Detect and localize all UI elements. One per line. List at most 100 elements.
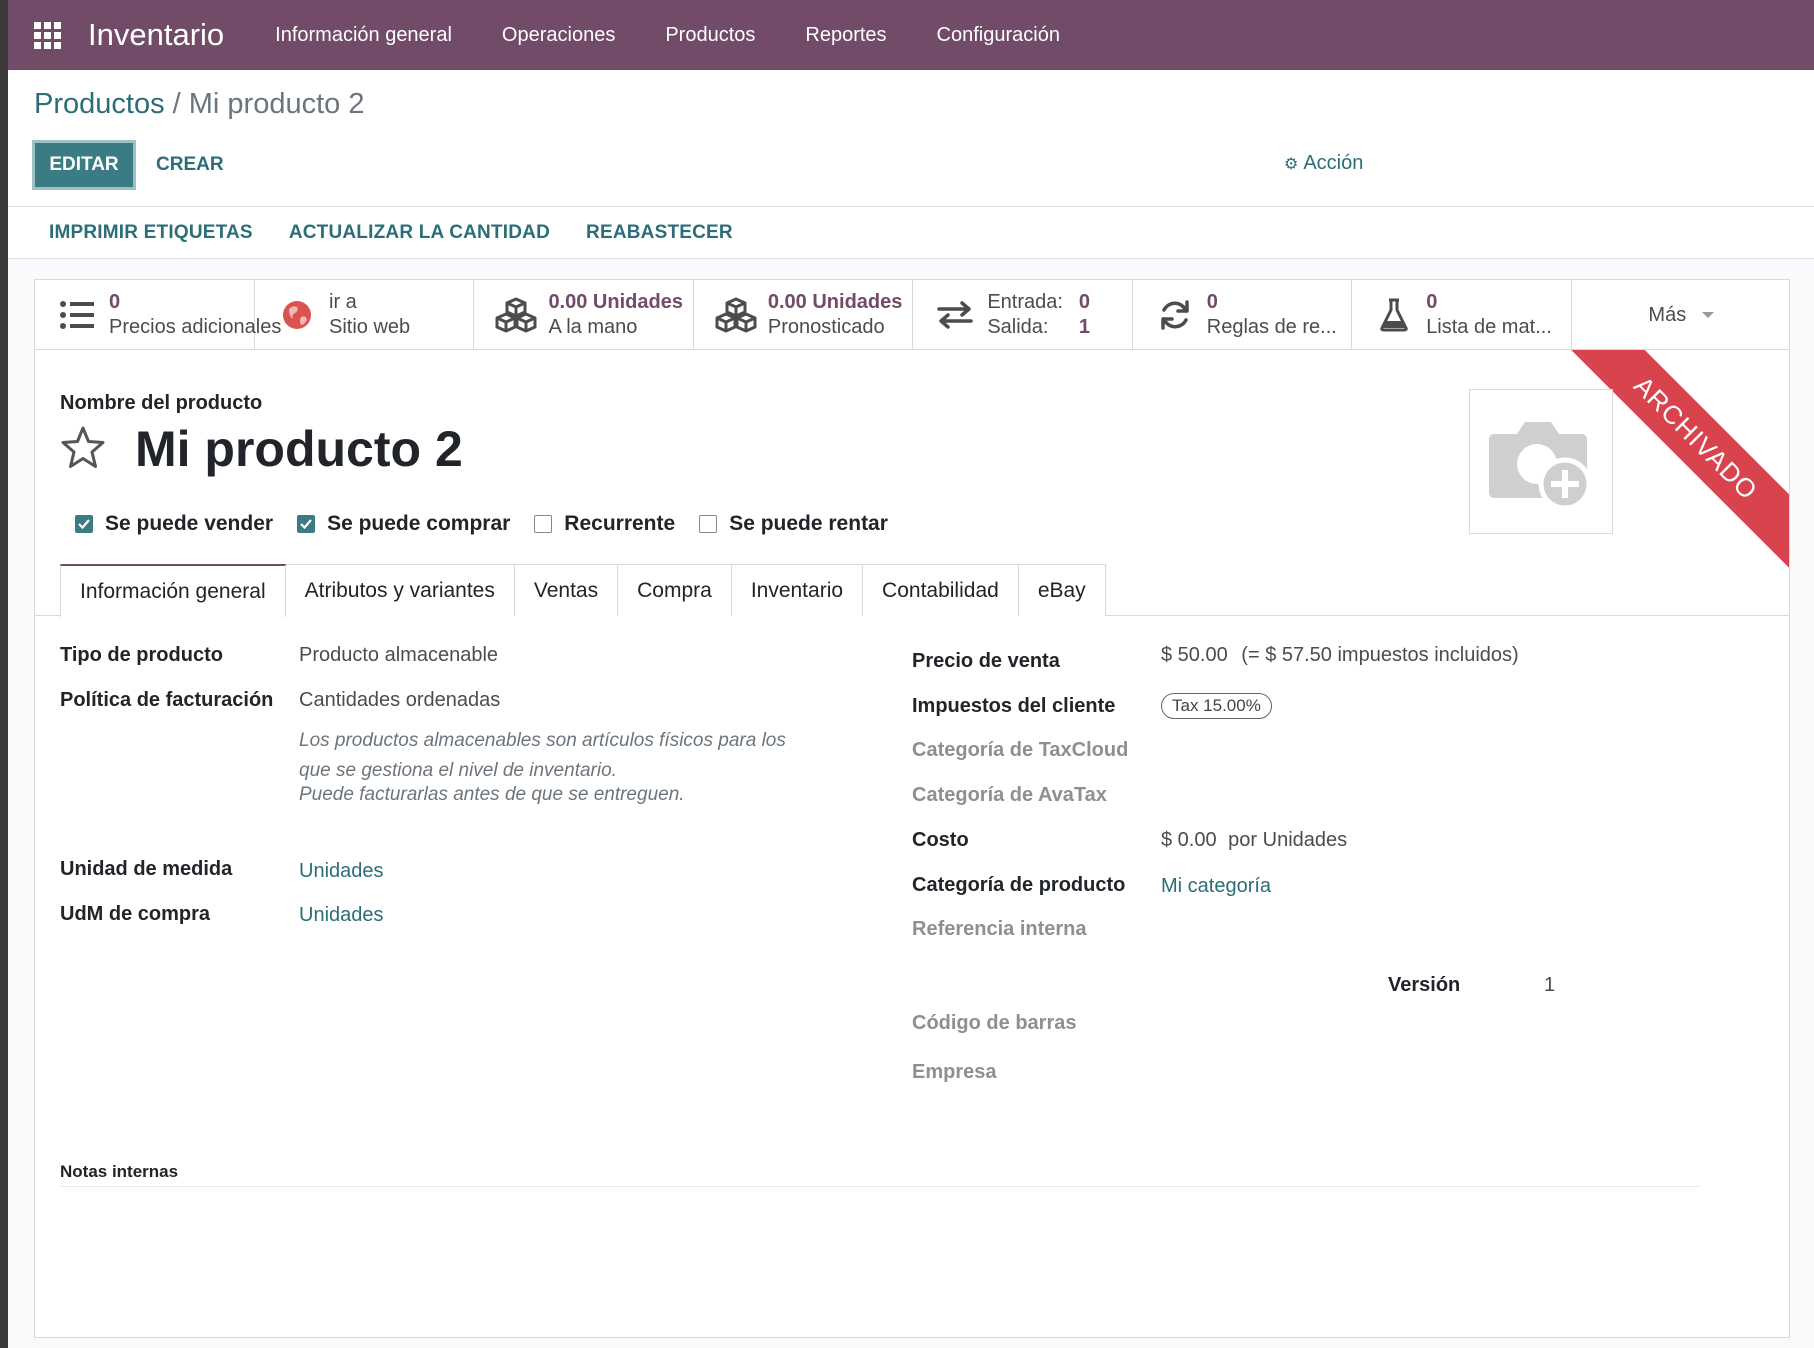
product-category-label: Categoría de producto — [912, 874, 1126, 896]
sales-price-label: Precio de venta — [912, 650, 1060, 672]
tab-ebay[interactable]: eBay — [1017, 564, 1106, 616]
product-name-label: Nombre del producto — [60, 392, 263, 414]
form-statusbar: IMPRIMIR ETIQUETAS ACTUALIZAR LA CANTIDA… — [8, 207, 1814, 259]
sales-price-field[interactable]: $ 50.00 (= $ 57.50 impuestos incluidos) — [1161, 644, 1519, 667]
forecast-button[interactable]: 0.00 Unidades Pronosticado — [694, 280, 914, 350]
tax-tag[interactable]: Tax 15.00% — [1161, 693, 1272, 719]
bom-label: Lista de mat... — [1426, 316, 1552, 338]
product-options: Se puede vender Se puede comprar Recurre… — [75, 512, 912, 536]
cubes-icon — [714, 295, 758, 335]
customer-taxes-label: Impuestos del cliente — [912, 695, 1116, 717]
menu-configuration[interactable]: Configuración — [912, 24, 1085, 47]
recurring-label: Recurrente — [564, 512, 676, 535]
product-title: Mi producto 2 — [135, 421, 463, 477]
cost-value: $ 0.00 — [1161, 829, 1217, 851]
website-go-to: ir a — [329, 291, 357, 313]
website-button[interactable]: ir a Sitio web — [255, 280, 475, 350]
tab-accounting[interactable]: Contabilidad — [862, 564, 1019, 616]
recurring-checkbox[interactable]: Recurrente — [534, 512, 675, 536]
menu-general-info[interactable]: Información general — [250, 24, 477, 47]
uom-field[interactable]: Unidades — [299, 860, 384, 883]
menu-reports[interactable]: Reportes — [780, 24, 911, 47]
breadcrumb-products-link[interactable]: Productos — [34, 88, 165, 120]
invoice-policy-label: Política de facturación — [60, 689, 274, 711]
outgoing-label: Salida: — [987, 316, 1049, 338]
invoice-policy-help: Puede facturarlas antes de que se entreg… — [299, 784, 685, 805]
menu-products[interactable]: Productos — [640, 24, 780, 47]
breadcrumb-current: Mi producto 2 — [188, 88, 365, 120]
flask-icon — [1372, 295, 1416, 335]
update-quantity-button[interactable]: ACTUALIZAR LA CANTIDAD — [289, 222, 550, 244]
more-button[interactable]: Más — [1572, 280, 1789, 350]
cubes-icon — [494, 295, 538, 335]
in-out-moves-button[interactable]: Entrada: 0 Salida: 1 — [913, 280, 1133, 350]
tab-inventory[interactable]: Inventario — [730, 564, 864, 616]
purchase-uom-label: UdM de compra — [60, 903, 211, 925]
uom-label: Unidad de medida — [60, 858, 233, 880]
on-hand-button[interactable]: 0.00 Unidades A la mano — [474, 280, 694, 350]
internal-notes-field[interactable] — [60, 1186, 1700, 1187]
invoice-policy-field[interactable]: Cantidades ordenadas — [299, 689, 500, 712]
price-with-tax: (= $ 57.50 impuestos incluidos) — [1241, 644, 1519, 666]
incoming-label: Entrada: — [987, 291, 1063, 313]
avatax-category-label: Categoría de AvaTax — [912, 784, 1107, 806]
sales-price-value: $ 50.00 — [1161, 644, 1228, 666]
print-labels-button[interactable]: IMPRIMIR ETIQUETAS — [49, 222, 253, 244]
can-be-purchased-checkbox[interactable]: Se puede comprar — [297, 512, 510, 536]
check-icon — [75, 515, 93, 533]
on-hand-quantity: 0.00 Unidades — [548, 291, 683, 313]
chevron-down-icon — [1702, 312, 1715, 319]
reorder-rules-label: Reglas de re... — [1206, 316, 1337, 338]
edit-button[interactable]: EDITAR — [32, 140, 136, 190]
product-category-field[interactable]: Mi categoría — [1161, 875, 1271, 898]
unchecked-box-icon — [699, 515, 718, 533]
extra-prices-button[interactable]: 0 Precios adicionales — [35, 280, 281, 350]
help-line-1: Los productos almacenables son artículos… — [299, 730, 786, 751]
bill-of-materials-button[interactable]: 0 Lista de mat... — [1352, 280, 1572, 350]
tab-attributes-variants[interactable]: Atributos y variantes — [284, 564, 515, 616]
can-be-rented-checkbox[interactable]: Se puede rentar — [699, 512, 888, 536]
internal-notes-label: Notas internas — [60, 1162, 179, 1181]
smart-button-box: 0 Precios adicionales ir a Sitio web 0.0… — [35, 280, 1789, 350]
purchase-uom-field[interactable]: Unidades — [299, 904, 384, 927]
check-icon — [297, 515, 316, 533]
window-edge — [0, 0, 8, 1348]
reorder-rules-button[interactable]: 0 Reglas de re... — [1133, 280, 1353, 350]
tab-sales[interactable]: Ventas — [513, 564, 619, 616]
product-image-upload[interactable] — [1469, 389, 1613, 534]
forecast-label: Pronosticado — [767, 316, 885, 338]
barcode-label: Código de barras — [912, 1012, 1077, 1034]
website-label: Sitio web — [329, 316, 411, 338]
action-menu-button[interactable]: ⚙ Acción — [1284, 152, 1363, 175]
star-icon[interactable] — [59, 424, 109, 474]
product-type-field[interactable]: Producto almacenable — [299, 644, 498, 667]
more-label: Más — [1648, 303, 1687, 326]
can-be-sold-checkbox[interactable]: Se puede vender — [75, 512, 273, 536]
reorder-rules-count: 0 — [1206, 291, 1218, 313]
replenish-button[interactable]: REABASTECER — [586, 222, 733, 244]
forecast-quantity: 0.00 Unidades — [767, 291, 903, 313]
unchecked-box-icon — [534, 515, 553, 533]
top-navbar: Inventario Información general Operacion… — [8, 0, 1814, 70]
taxcloud-category-label: Categoría de TaxCloud — [912, 739, 1129, 761]
bom-count: 0 — [1426, 291, 1438, 313]
outgoing-count: 1 — [1078, 316, 1091, 338]
app-brand[interactable]: Inventario — [88, 17, 224, 53]
internal-reference-label: Referencia interna — [912, 918, 1087, 940]
form-sheet: 0 Precios adicionales ir a Sitio web 0.0… — [34, 279, 1790, 1338]
menu-operations[interactable]: Operaciones — [477, 24, 640, 47]
breadcrumb-separator: / — [172, 88, 181, 120]
list-icon — [55, 295, 99, 335]
tab-purchase[interactable]: Compra — [617, 564, 732, 616]
can-be-rented-label: Se puede rentar — [729, 512, 888, 535]
version-label: Versión — [1388, 974, 1461, 996]
exchange-icon — [933, 295, 977, 335]
cost-field[interactable]: $ 0.00 por Unidades — [1161, 829, 1347, 852]
refresh-icon — [1153, 295, 1197, 335]
app: Inventario Información general Operacion… — [8, 0, 1814, 1348]
cost-unit: por Unidades — [1228, 829, 1348, 851]
apps-grid-icon[interactable] — [32, 20, 62, 50]
tab-general-info[interactable]: Información general — [60, 564, 286, 617]
globe-icon — [275, 295, 319, 335]
create-button[interactable]: CREAR — [156, 140, 224, 190]
